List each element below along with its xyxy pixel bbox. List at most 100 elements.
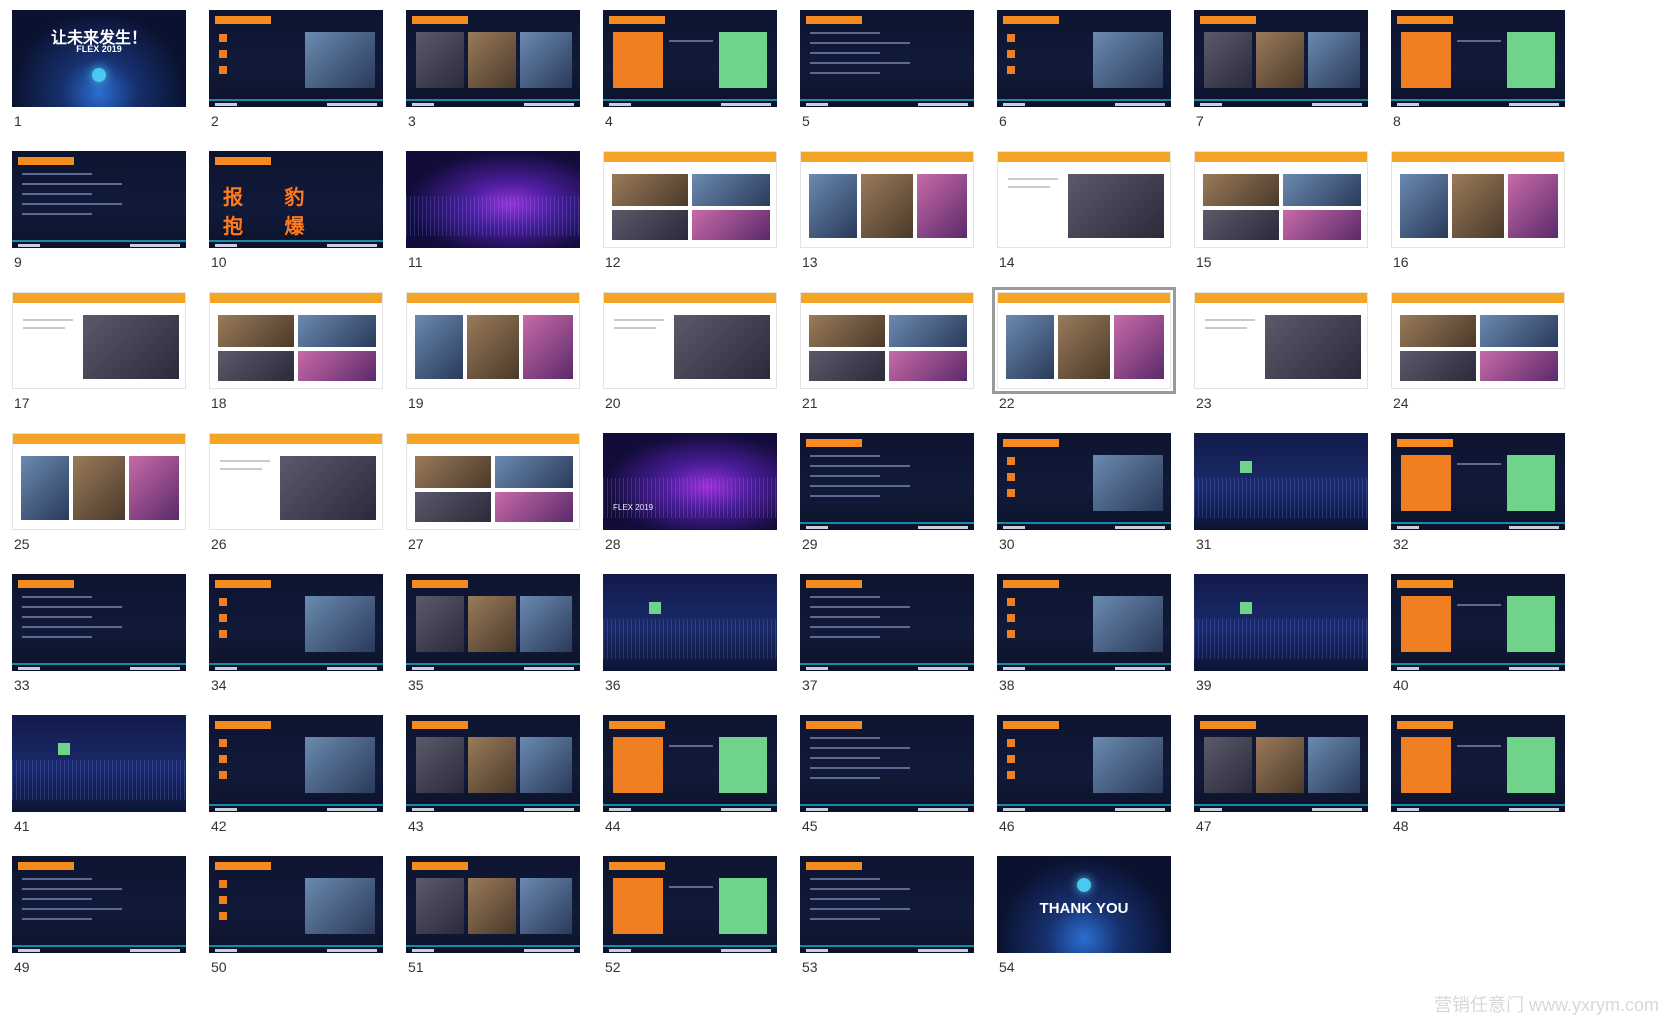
slide-card: [1507, 455, 1555, 511]
slide-thumbnail[interactable]: [406, 574, 580, 671]
slide-thumbnail[interactable]: [1194, 715, 1368, 812]
slide-number: 36: [605, 677, 621, 693]
slide-thumbnail[interactable]: [997, 10, 1171, 107]
slide-photo: [1283, 174, 1361, 206]
slide-thumbnail[interactable]: [1194, 433, 1368, 530]
slide-thumbnail[interactable]: [1391, 292, 1565, 389]
slide-thumbnail[interactable]: [800, 10, 974, 107]
slide-thumbnail[interactable]: [209, 292, 383, 389]
slide-header-bar: [1392, 152, 1564, 162]
slide-thumbnail[interactable]: [603, 10, 777, 107]
slide-footer-line: [12, 945, 186, 947]
slide-thumbnail[interactable]: [209, 10, 383, 107]
slide-photo: [1093, 596, 1163, 652]
slide-thumbnail[interactable]: [1391, 574, 1565, 671]
slide-thumbnail[interactable]: [1194, 292, 1368, 389]
slide-footer-right: [1115, 808, 1165, 811]
slide-photo: [1400, 315, 1476, 347]
slide-thumbnail[interactable]: 报 豹 抱 爆: [209, 151, 383, 248]
slide-thumbnail[interactable]: [406, 856, 580, 953]
slide-section-tag: [609, 721, 665, 729]
slide-thumbnail[interactable]: [997, 574, 1171, 671]
slide-footer-right: [1509, 526, 1559, 529]
slide-text-line: [810, 757, 880, 759]
slide-thumbnail[interactable]: [603, 715, 777, 812]
slide-thumbnail[interactable]: [997, 715, 1171, 812]
slide-thumbnail[interactable]: [603, 856, 777, 953]
slide-text-line: [810, 777, 880, 779]
slide-section-tag: [1397, 439, 1453, 447]
slide-text-line: [810, 918, 880, 920]
slide-footer-right: [918, 949, 968, 952]
slide-footer-line: [997, 663, 1171, 665]
slide-thumbnail[interactable]: [800, 292, 974, 389]
slide-thumbnail[interactable]: [1391, 151, 1565, 248]
slide-footer-line: [209, 99, 383, 101]
slide-thumbnail[interactable]: [1194, 10, 1368, 107]
slide-footer-left: [215, 667, 237, 670]
slide-thumbnail[interactable]: [800, 856, 974, 953]
slide-subtitle: FLEX 2019: [76, 44, 122, 54]
slide-thumbnail[interactable]: [406, 715, 580, 812]
slide-text-line: [22, 213, 92, 215]
slide-thumbnail[interactable]: [992, 287, 1176, 394]
slide-photo: [1400, 174, 1448, 238]
bulb-icon: [1077, 878, 1091, 892]
slide-thumbnail[interactable]: 让未来发生！ FLEX 2019: [12, 10, 186, 107]
slide-thumbnail[interactable]: THANK YOU: [997, 856, 1171, 953]
slide-card: [719, 32, 767, 88]
slide-thumbnail[interactable]: [800, 151, 974, 248]
slide-thumbnail[interactable]: [12, 292, 186, 389]
slide-photo: [520, 32, 572, 88]
slide-photo: [889, 315, 967, 347]
slide-thumbnail[interactable]: [12, 574, 186, 671]
slide-thumbnail[interactable]: [1194, 574, 1368, 671]
slide-footer-right: [918, 526, 968, 529]
slide-thumbnail[interactable]: [800, 574, 974, 671]
slide-card: [613, 737, 663, 793]
slide-number: 51: [408, 959, 424, 975]
slide-thumbnail[interactable]: [406, 433, 580, 530]
slide-footer-left: [412, 808, 434, 811]
slide-thumbnail[interactable]: [1194, 151, 1368, 248]
slide-photo: [218, 315, 294, 347]
slide-photo: [520, 596, 572, 652]
slide-thumbnail[interactable]: [997, 433, 1171, 530]
slide-thumbnail[interactable]: [800, 715, 974, 812]
slide-header-bar: [407, 293, 579, 303]
slide-thumbnail[interactable]: [603, 574, 777, 671]
slide-number: 41: [14, 818, 30, 834]
slide-thumbnail[interactable]: [12, 715, 186, 812]
slide-number: 32: [1393, 536, 1409, 552]
slide-thumbnail[interactable]: [12, 856, 186, 953]
slide-footer-right: [721, 103, 771, 106]
slide-footer-line: [209, 945, 383, 947]
slide-thumbnail[interactable]: [209, 433, 383, 530]
slide-photo: [415, 315, 463, 379]
slide-thumbnail[interactable]: [406, 10, 580, 107]
slide-footer-left: [18, 244, 40, 247]
slide-thumbnail[interactable]: [800, 433, 974, 530]
slide-thumbnail[interactable]: [1391, 10, 1565, 107]
slide-thumbnail[interactable]: [1391, 715, 1565, 812]
slide-thumbnail[interactable]: [12, 433, 186, 530]
slide-thumbnail[interactable]: [209, 856, 383, 953]
slide-thumbnail[interactable]: [997, 151, 1171, 248]
slide-thumbnail[interactable]: [1391, 433, 1565, 530]
slide-text-line: [1008, 186, 1050, 188]
slide-thumbnail[interactable]: [603, 151, 777, 248]
slide-thumbnail[interactable]: [406, 292, 580, 389]
slide-big-text: 报 豹 抱 爆: [223, 187, 323, 238]
slide-text-line: [22, 626, 122, 628]
slide-footer-left: [1200, 103, 1222, 106]
slide-thumbnail[interactable]: FLEX 2019: [603, 433, 777, 530]
slide-thumbnail[interactable]: [209, 574, 383, 671]
slide-section-tag: [215, 580, 271, 588]
slide-thumbnail[interactable]: [12, 151, 186, 248]
slide-thumbnail[interactable]: [406, 151, 580, 248]
slide-logo-mark: [649, 602, 661, 614]
slide-footer-line: [603, 99, 777, 101]
slide-thumbnail[interactable]: [603, 292, 777, 389]
slide-text-line: [1205, 327, 1247, 329]
slide-thumbnail[interactable]: [209, 715, 383, 812]
